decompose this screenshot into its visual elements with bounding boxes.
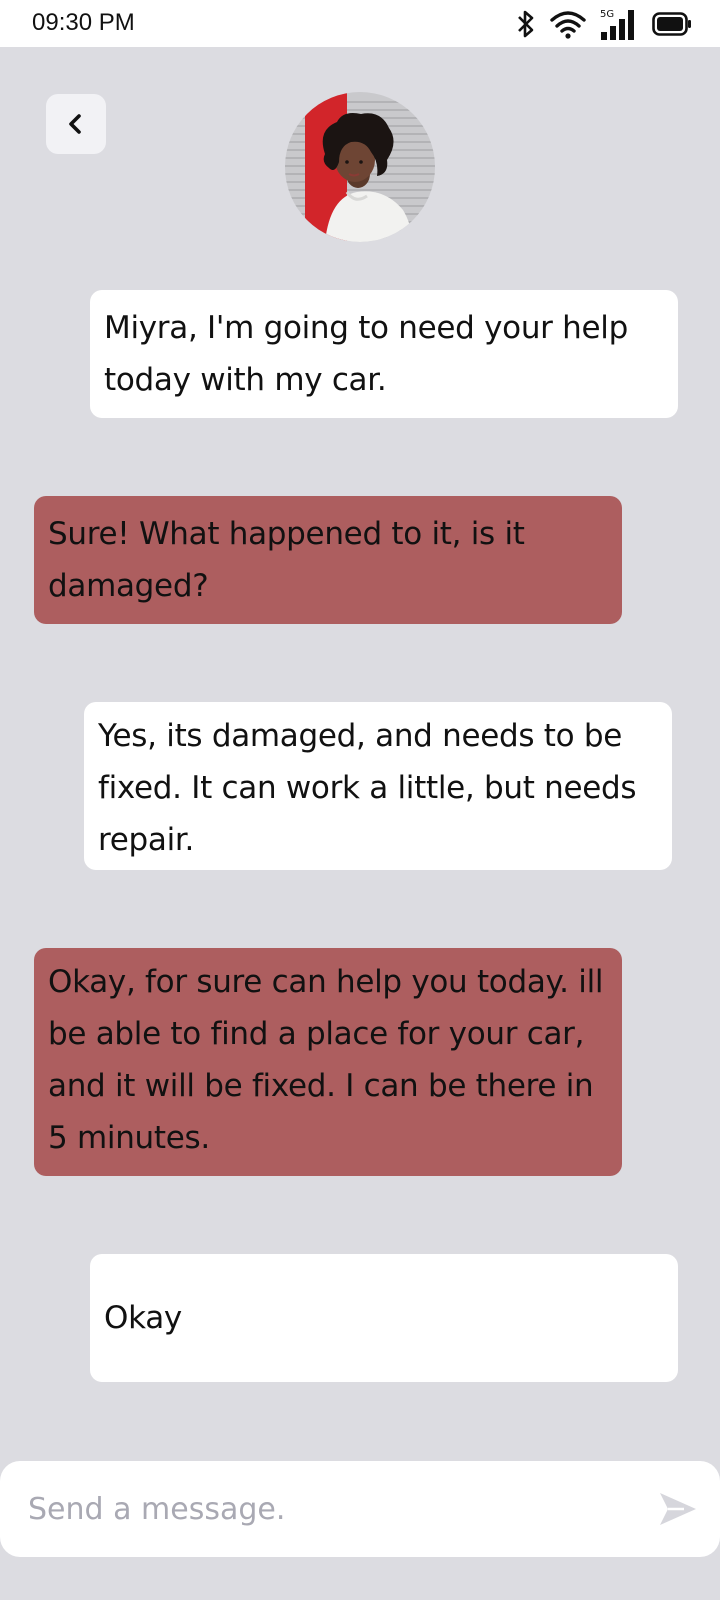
send-icon <box>660 1493 696 1525</box>
message-input[interactable] <box>28 1485 628 1533</box>
message-bubble-outgoing[interactable]: Okay <box>90 1254 678 1382</box>
battery-icon <box>652 11 692 37</box>
avatar[interactable] <box>285 92 435 242</box>
back-button[interactable] <box>46 94 106 154</box>
bluetooth-icon <box>516 9 536 39</box>
message-bubble-incoming[interactable]: Sure! What happened to it, is it damaged… <box>34 496 622 624</box>
network-label: 5G <box>600 9 614 20</box>
wifi-icon <box>550 9 586 39</box>
message-text: Yes, its damaged, and needs to be fixed.… <box>98 718 637 858</box>
signal-5g-icon: 5G <box>600 8 638 40</box>
status-time: 09:30 PM <box>32 9 135 36</box>
contact-photo <box>285 92 435 242</box>
message-composer <box>0 1461 720 1557</box>
message-text: Miyra, I'm going to need your help today… <box>104 310 628 398</box>
send-button[interactable] <box>656 1487 700 1531</box>
message-text: Okay, for sure can help you today. ill b… <box>48 964 604 1156</box>
status-icons: 5G <box>516 7 692 41</box>
message-text: Sure! What happened to it, is it damaged… <box>48 516 525 604</box>
status-bar: 09:30 PM 5G <box>0 0 720 47</box>
message-bubble-incoming[interactable]: Okay, for sure can help you today. ill b… <box>34 948 622 1176</box>
chevron-left-icon <box>69 114 81 134</box>
message-bubble-outgoing[interactable]: Yes, its damaged, and needs to be fixed.… <box>84 702 672 870</box>
message-bubble-outgoing[interactable]: Miyra, I'm going to need your help today… <box>90 290 678 418</box>
message-text: Okay <box>104 1300 182 1336</box>
chat-screen: 09:30 PM 5G Miyra, I'm going to need you… <box>0 0 720 1600</box>
